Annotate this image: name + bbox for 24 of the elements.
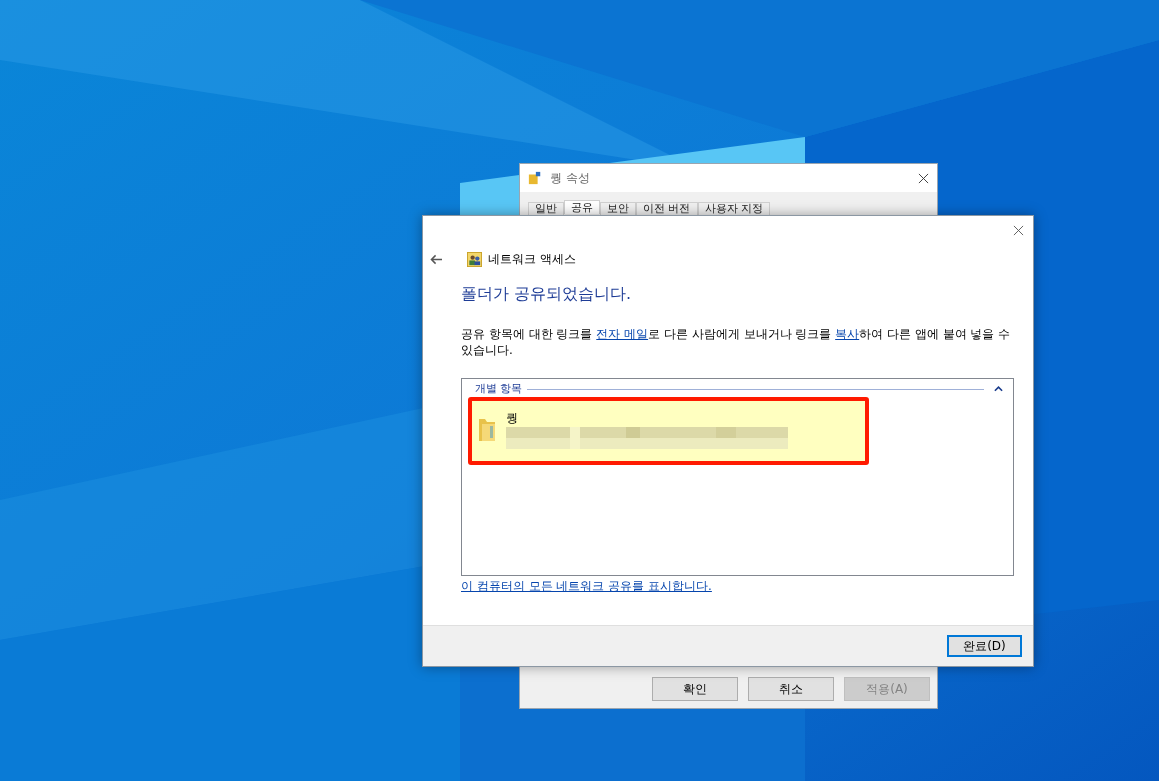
group-title: 개별 항목 [474,383,523,395]
tab[interactable]: 사용자 지정 [697,202,770,215]
close-icon[interactable] [918,172,929,184]
back-arrow-icon[interactable] [430,253,443,265]
tab[interactable]: 공유 [564,200,600,214]
tab[interactable]: 이전 버전 [636,202,698,215]
close-icon[interactable] [1013,224,1024,236]
show-all-shares-link[interactable]: 이 컴퓨터의 모든 네트워크 공유를 표시합니다. [461,579,712,593]
window-title: 퀑 속성 [550,169,590,187]
item-name: 퀑 [506,411,519,425]
dialog-heading: 폴더가 공유되었습니다. [461,284,633,305]
shared-folder-icon [528,171,542,185]
tab[interactable]: 일반 [528,202,564,215]
done-button[interactable]: 완료(D) [947,635,1022,657]
chevron-icon[interactable] [994,386,1003,392]
description-text: 공유 항목에 대한 링크를 전자 메일로 다른 사람에게 보내거나 링크를 복사하여 다른 앱에 붙여 넣을 수 있습니다. [461,326,1012,358]
dialog-button[interactable]: 확인 [652,677,738,701]
users-icon [467,251,482,267]
shared-item[interactable]: 퀑 [468,397,869,465]
dialog-button[interactable]: 취소 [748,677,834,701]
inline-link[interactable]: 전자 메일 [596,327,649,341]
dialog-header: 네트워크 액세스 [488,250,576,268]
tab[interactable]: 보안 [600,202,636,215]
inline-link[interactable]: 복사 [835,327,860,341]
